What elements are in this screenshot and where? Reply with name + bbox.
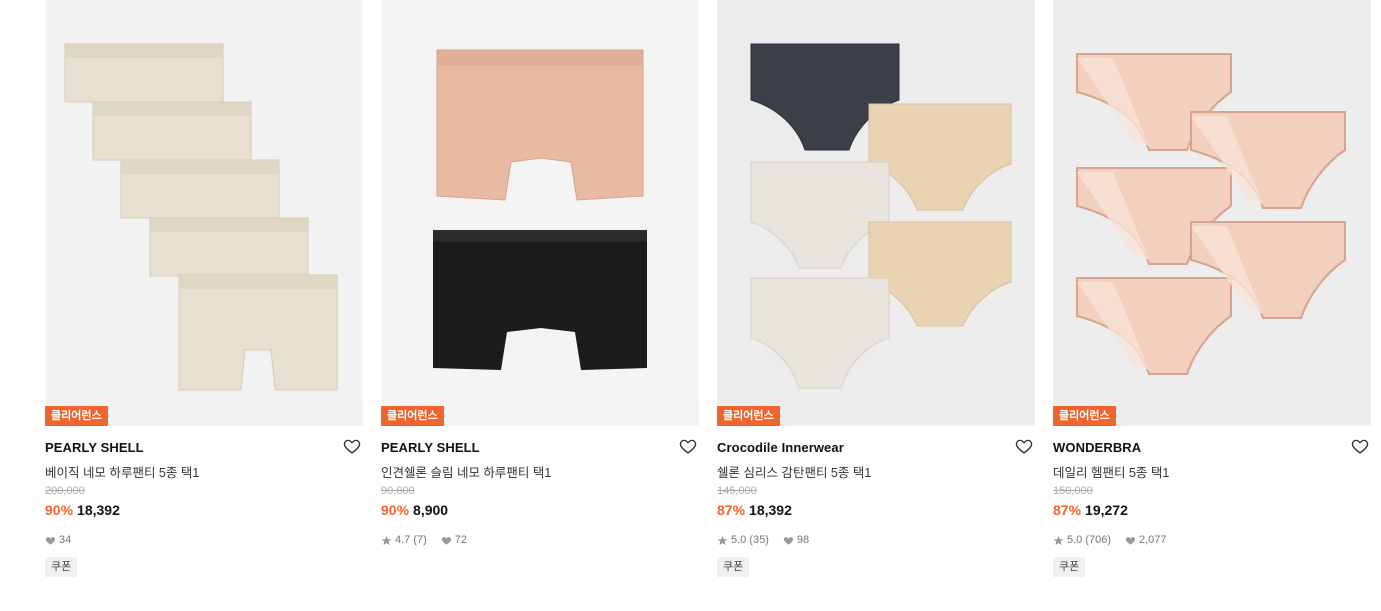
product-name[interactable]: 인견쉘론 슬림 네모 하루팬티 택1 <box>381 462 699 480</box>
sale-price: 87% 19,272 <box>1053 502 1371 520</box>
like-count-icon <box>783 536 793 545</box>
sale-price: 90% 8,900 <box>381 502 699 520</box>
product-name[interactable]: 베이직 네모 하루팬티 5종 택1 <box>45 462 363 480</box>
discount-rate: 87% <box>717 502 746 518</box>
original-price: 145,000 <box>717 485 757 497</box>
product-meta: 4.7 (7) 72 <box>381 533 699 547</box>
rating-value: 5.0 <box>731 534 747 546</box>
like-count: 72 <box>454 534 467 546</box>
product-card[interactable]: 클리어런스 Crocodile Innerwear 쉘론 심리스 감탄팬티 5종… <box>717 0 1035 577</box>
original-price: 200,000 <box>45 485 85 497</box>
product-card[interactable]: 클리어런스 PEARLY SHELL 베이직 네모 하루팬티 5종 택1 200… <box>45 0 363 577</box>
star-icon <box>717 535 728 545</box>
coupon-tag: 쿠폰 <box>717 557 750 577</box>
clearance-badge: 클리어런스 <box>45 406 108 426</box>
like-count-icon <box>1125 536 1136 545</box>
product-meta: 5.0 (706) 2,077 <box>1053 533 1371 547</box>
discount-rate: 87% <box>1053 502 1082 518</box>
price-value: 18,392 <box>77 502 120 518</box>
heart-icon[interactable] <box>1351 437 1369 455</box>
star-icon <box>1053 535 1064 545</box>
rating-value: 4.7 <box>395 534 411 546</box>
brand-name[interactable]: WONDERBRA <box>1053 440 1371 456</box>
heart-icon[interactable] <box>343 437 361 455</box>
star-icon <box>381 535 392 545</box>
product-card[interactable]: 클리어런스 PEARLY SHELL 인견쉘론 슬림 네모 하루팬티 택1 90… <box>381 0 699 547</box>
product-image[interactable]: 클리어런스 <box>717 0 1035 426</box>
product-card[interactable]: 클리어런스 WONDERBRA 데일리 헴팬티 5종 택1 150,000 87… <box>1053 0 1371 577</box>
original-price: 150,000 <box>1053 485 1093 497</box>
sale-price: 87% 18,392 <box>717 502 1035 520</box>
like-count: 2,077 <box>1138 534 1167 546</box>
coupon-tag: 쿠폰 <box>45 557 78 577</box>
price-value: 19,272 <box>1085 502 1128 518</box>
heart-icon[interactable] <box>679 437 697 455</box>
brand-name[interactable]: PEARLY SHELL <box>45 440 363 456</box>
discount-rate: 90% <box>45 502 74 518</box>
product-meta: 5.0 (35) 98 <box>717 533 1035 547</box>
product-photo <box>433 49 647 370</box>
product-meta: 34 <box>45 533 363 547</box>
review-count: (706) <box>1085 534 1111 546</box>
like-count: 34 <box>59 534 72 546</box>
brand-name[interactable]: PEARLY SHELL <box>381 440 699 456</box>
review-count: (7) <box>413 534 427 546</box>
product-photo <box>1076 53 1346 375</box>
clearance-badge: 클리어런스 <box>381 406 444 426</box>
product-image[interactable]: 클리어런스 <box>1053 0 1371 426</box>
like-count-icon <box>45 536 56 545</box>
original-price: 90,000 <box>381 485 415 497</box>
price-value: 18,392 <box>749 502 792 518</box>
review-count: (35) <box>749 534 769 546</box>
discount-rate: 90% <box>381 502 410 518</box>
product-name[interactable]: 데일리 헴팬티 5종 택1 <box>1053 462 1371 480</box>
product-photo <box>64 43 338 391</box>
product-image[interactable]: 클리어런스 <box>45 0 363 426</box>
sale-price: 90% 18,392 <box>45 502 363 520</box>
like-count: 98 <box>796 534 810 546</box>
brand-name[interactable]: Crocodile Innerwear <box>717 440 1035 456</box>
heart-icon[interactable] <box>1015 437 1033 455</box>
product-image[interactable]: 클리어런스 <box>381 0 699 426</box>
like-count-icon <box>441 536 451 545</box>
clearance-badge: 클리어런스 <box>1053 406 1116 426</box>
coupon-tag: 쿠폰 <box>1053 557 1086 577</box>
price-value: 8,900 <box>413 502 449 518</box>
rating-value: 5.0 <box>1067 534 1083 546</box>
product-name[interactable]: 쉘론 심리스 감탄팬티 5종 택1 <box>717 462 1035 480</box>
product-photo <box>750 43 1012 389</box>
clearance-badge: 클리어런스 <box>717 406 780 426</box>
